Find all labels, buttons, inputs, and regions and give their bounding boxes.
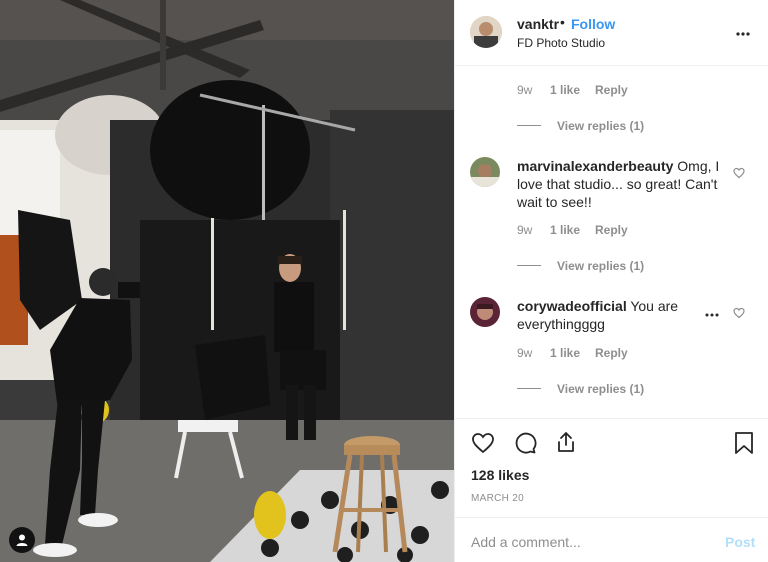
post-header: vanktr • Follow FD Photo Studio — [455, 0, 768, 66]
post-side-panel: vanktr • Follow FD Photo Studio 9w 1 lik… — [454, 0, 768, 562]
studio-photo-illustration — [0, 0, 454, 562]
comment-time: 9w — [517, 83, 533, 97]
view-replies-button[interactable]: View replies (1) — [557, 259, 644, 273]
view-replies-line — [517, 388, 541, 389]
commenter-avatar[interactable] — [470, 157, 500, 187]
commenter-username[interactable]: corywadeofficial — [517, 298, 627, 314]
view-replies-button[interactable]: View replies (1) — [557, 119, 644, 133]
post-comment-button[interactable]: Post — [725, 534, 755, 550]
likes-count[interactable]: 128 likes — [471, 467, 529, 483]
author-username[interactable]: vanktr — [517, 16, 559, 32]
comment-body: marvinalexanderbeauty Omg, I love that s… — [517, 157, 727, 211]
comment-likes[interactable]: 1 like — [550, 83, 580, 97]
add-comment-input[interactable]: Add a comment... — [471, 534, 581, 550]
post-location[interactable]: FD Photo Studio — [517, 36, 605, 50]
view-replies-line — [517, 125, 541, 126]
heart-icon[interactable] — [471, 431, 495, 460]
post-actions-section: 128 likes MARCH 20 Add a comment... Post — [455, 418, 768, 562]
comment-options-icon[interactable] — [705, 305, 719, 320]
comment-icon[interactable] — [513, 431, 537, 460]
like-comment-heart-icon[interactable] — [733, 306, 745, 324]
comment-time: 9w — [517, 223, 533, 237]
like-comment-heart-icon[interactable] — [733, 166, 745, 184]
commenter-avatar[interactable] — [470, 297, 500, 327]
post-photo[interactable] — [0, 0, 454, 562]
comment-body: corywadeofficial You are everythingggg — [517, 297, 707, 333]
reply-button[interactable]: Reply — [595, 223, 628, 237]
tagged-user-icon[interactable] — [9, 527, 35, 553]
follow-button[interactable]: Follow — [571, 16, 615, 32]
share-icon[interactable] — [554, 430, 578, 459]
comment-likes[interactable]: 1 like — [550, 346, 580, 360]
add-comment-bar: Add a comment... Post — [455, 517, 768, 562]
post-date: MARCH 20 — [471, 493, 524, 504]
view-replies-line — [517, 265, 541, 266]
bookmark-icon[interactable] — [733, 431, 755, 460]
comment-likes[interactable]: 1 like — [550, 223, 580, 237]
comment-time: 9w — [517, 346, 533, 360]
view-replies-button[interactable]: View replies (1) — [557, 382, 644, 396]
reply-button[interactable]: Reply — [595, 346, 628, 360]
separator-dot: • — [560, 14, 565, 30]
commenter-username[interactable]: marvinalexanderbeauty — [517, 158, 673, 174]
more-horizontal-icon[interactable] — [736, 23, 756, 43]
reply-button[interactable]: Reply — [595, 83, 628, 97]
author-avatar[interactable] — [470, 16, 502, 48]
